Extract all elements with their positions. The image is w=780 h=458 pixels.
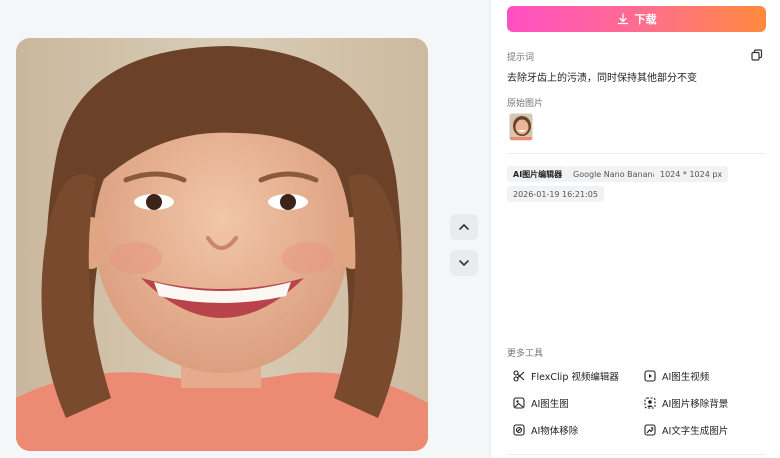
bottom-divider: [507, 454, 766, 455]
details-pane: 下载 提示词 去除牙齿上的污渍，同时保持其他部分不变 原始图片 AI图片编辑器 …: [491, 0, 780, 458]
tag-timestamp: 2026-01-19 16:21:05: [507, 186, 604, 202]
tool-label: AI物体移除: [531, 426, 579, 437]
tool-text-to-image[interactable]: AI文字生成图片: [644, 423, 728, 437]
download-button[interactable]: 下载: [507, 6, 766, 32]
tool-label: AI文字生成图片: [662, 426, 729, 437]
section-divider: [507, 153, 766, 154]
tool-label: AI图生图: [531, 399, 569, 410]
result-image[interactable]: [16, 38, 428, 451]
original-image-thumbnail[interactable]: [509, 113, 533, 141]
tool-image-to-image[interactable]: AI图生图: [513, 396, 569, 410]
previous-button[interactable]: [450, 214, 478, 240]
chevron-up-icon: [459, 223, 469, 230]
text-to-image-icon: [644, 424, 656, 436]
copy-icon[interactable]: [751, 49, 763, 61]
tag-model: Google Nano Banana: [567, 166, 664, 182]
prompt-title: 提示词: [507, 53, 535, 63]
tool-remove-background[interactable]: AI图片移除背景: [644, 396, 728, 410]
download-icon: [617, 13, 628, 25]
download-label: 下载: [634, 13, 657, 26]
next-button[interactable]: [450, 250, 478, 276]
original-image-title: 原始图片: [507, 99, 544, 109]
image-to-image-icon: [513, 397, 525, 409]
tool-label: FlexClip 视频编辑器: [531, 372, 619, 383]
remove-background-icon: [644, 397, 656, 409]
scissors-icon: [513, 370, 525, 382]
tag-tool: AI图片编辑器: [507, 166, 569, 182]
tool-label: AI图生视频: [662, 372, 710, 383]
more-tools-title: 更多工具: [507, 349, 544, 359]
prompt-text: 去除牙齿上的污渍，同时保持其他部分不变: [507, 73, 697, 84]
tool-image-to-video[interactable]: AI图生视频: [644, 369, 709, 383]
chevron-down-icon: [459, 260, 469, 267]
object-remove-icon: [513, 424, 525, 436]
tool-label: AI图片移除背景: [662, 399, 729, 410]
image-video-icon: [644, 370, 656, 382]
tool-object-remove[interactable]: AI物体移除: [513, 423, 578, 437]
tool-flexclip-editor[interactable]: FlexClip 视频编辑器: [513, 369, 619, 383]
tag-resolution: 1024 * 1024 px: [654, 166, 729, 182]
preview-pane: [0, 0, 490, 458]
